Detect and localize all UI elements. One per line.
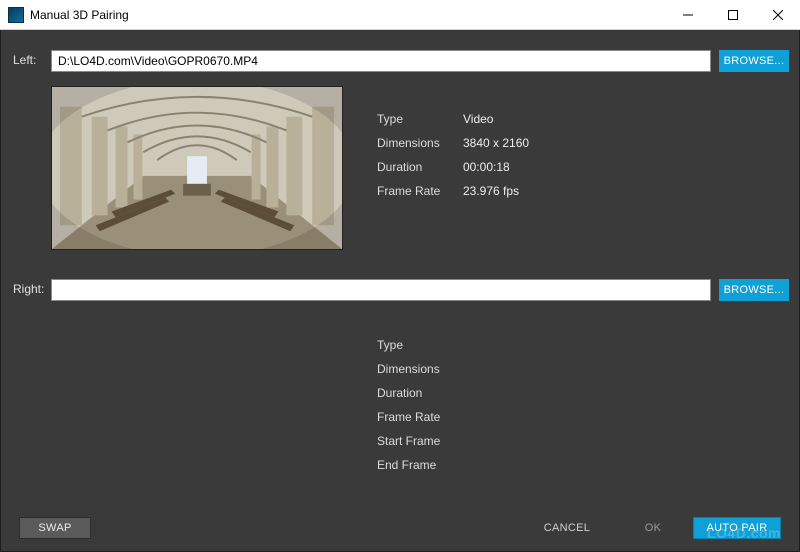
left-duration-row: Duration 00:00:18	[377, 160, 529, 184]
right-duration-label: Duration	[377, 386, 463, 410]
maximize-icon	[728, 10, 738, 20]
close-icon	[773, 10, 783, 20]
left-fps-row: Frame Rate 23.976 fps	[377, 184, 529, 208]
left-fps-value: 23.976 fps	[463, 184, 519, 208]
right-type-row: Type	[377, 338, 463, 362]
right-duration-row: Duration	[377, 386, 463, 410]
left-duration-value: 00:00:18	[463, 160, 510, 184]
titlebar: Manual 3D Pairing	[0, 0, 800, 30]
app-icon	[8, 7, 24, 23]
left-label: Left:	[13, 53, 48, 67]
client-area: Left: BROWSE...	[0, 30, 800, 552]
right-start-label: Start Frame	[377, 434, 463, 458]
right-dimensions-label: Dimensions	[377, 362, 463, 386]
swap-button[interactable]: SWAP	[19, 517, 91, 539]
right-path-input[interactable]	[51, 279, 711, 301]
right-end-label: End Frame	[377, 458, 463, 482]
left-type-label: Type	[377, 112, 463, 136]
right-browse-button[interactable]: BROWSE...	[719, 279, 789, 301]
ok-button: OK	[623, 517, 683, 539]
thumbnail-image	[52, 87, 342, 249]
auto-pair-button[interactable]: AUTO PAIR	[693, 517, 781, 539]
right-dimensions-row: Dimensions	[377, 362, 463, 386]
left-type-row: Type Video	[377, 112, 529, 136]
left-dimensions-label: Dimensions	[377, 136, 463, 160]
right-info: Type Dimensions Duration Frame Rate Star…	[377, 338, 463, 482]
left-fps-label: Frame Rate	[377, 184, 463, 208]
window-title: Manual 3D Pairing	[30, 8, 129, 22]
left-info: Type Video Dimensions 3840 x 2160 Durati…	[377, 112, 529, 208]
right-label: Right:	[13, 282, 48, 296]
left-duration-label: Duration	[377, 160, 463, 184]
minimize-button[interactable]	[665, 0, 710, 29]
bottom-bar: SWAP CANCEL OK AUTO PAIR	[1, 507, 799, 551]
close-button[interactable]	[755, 0, 800, 29]
left-type-value: Video	[463, 112, 493, 136]
left-browse-button[interactable]: BROWSE...	[719, 50, 789, 72]
right-fps-label: Frame Rate	[377, 410, 463, 434]
left-path-input[interactable]	[51, 50, 711, 72]
right-end-row: End Frame	[377, 458, 463, 482]
minimize-icon	[683, 10, 693, 20]
right-fps-row: Frame Rate	[377, 410, 463, 434]
maximize-button[interactable]	[710, 0, 755, 29]
right-type-label: Type	[377, 338, 463, 362]
cancel-button[interactable]: CANCEL	[531, 517, 603, 539]
right-start-row: Start Frame	[377, 434, 463, 458]
left-dimensions-row: Dimensions 3840 x 2160	[377, 136, 529, 160]
left-dimensions-value: 3840 x 2160	[463, 136, 529, 160]
left-thumbnail	[51, 86, 343, 250]
